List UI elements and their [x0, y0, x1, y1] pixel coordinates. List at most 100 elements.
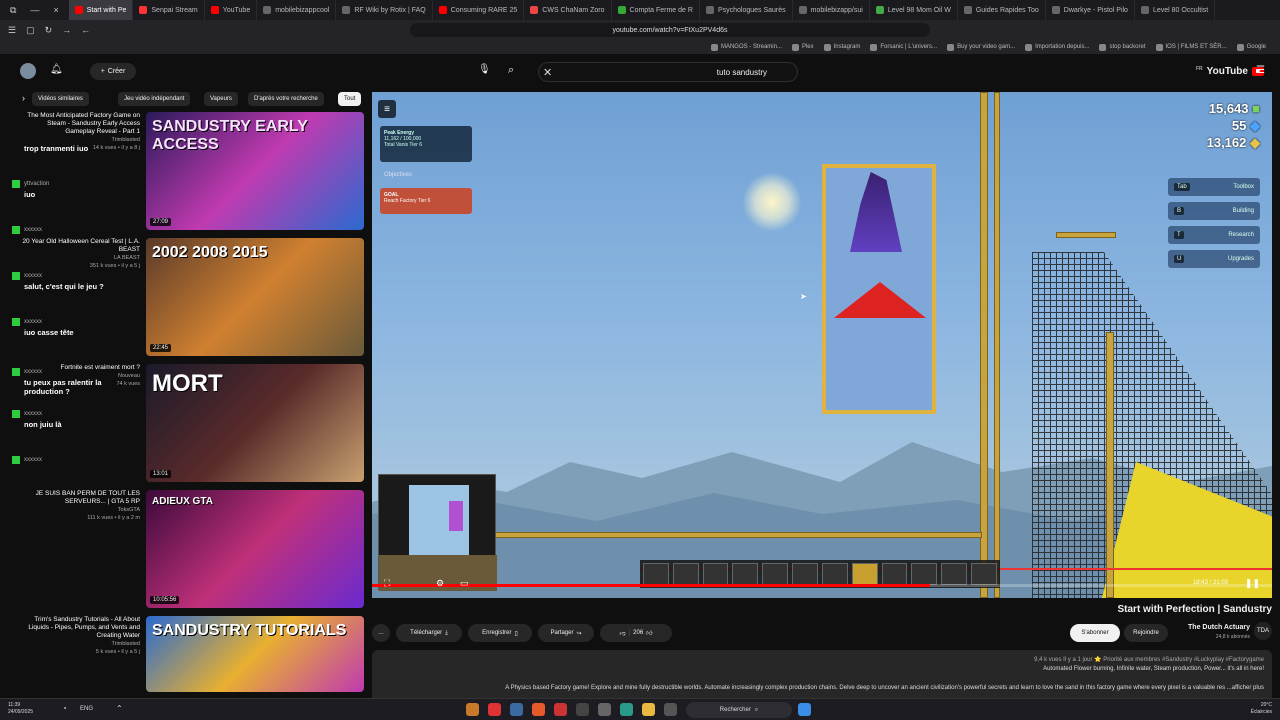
captions-icon[interactable]: ▭ — [460, 578, 469, 589]
search-icon[interactable]: ⌕ — [508, 64, 514, 77]
app-icon[interactable] — [466, 703, 479, 716]
microphone-icon[interactable]: 🎙︎ — [478, 64, 491, 75]
video-title[interactable]: The Most Anticipated Factory Game on Ste… — [20, 112, 140, 136]
video-title[interactable]: 20 Year Old Halloween Cereal Test | L.A.… — [20, 238, 140, 254]
video-thumbnail[interactable]: SANDUSTRY TUTORIALS — [146, 616, 364, 692]
bookmark[interactable]: stop backoret — [1099, 43, 1146, 51]
video-title[interactable]: Trim's Sandustry Tutorials - All About L… — [20, 616, 140, 640]
bell-icon[interactable]: 🔔︎ — [50, 64, 63, 75]
wifi-icon[interactable]: ◔ — [62, 704, 67, 713]
video-thumbnail[interactable]: MORT 13:01 — [146, 364, 364, 482]
menu-upgrades[interactable]: U Upgrades — [1168, 250, 1260, 268]
language-indicator[interactable]: ENG — [80, 706, 93, 712]
save-button[interactable]: Enregistrer ▯ — [468, 624, 532, 642]
close-window-icon[interactable]: × — [53, 5, 58, 16]
browser-tab[interactable]: Level 98 Mom Oil W — [870, 0, 958, 20]
browser-tab[interactable]: Compta Ferme de R — [612, 0, 700, 20]
avatar[interactable] — [20, 63, 36, 79]
channel-name[interactable]: Trimblasted — [20, 136, 140, 144]
channel-name[interactable]: The Dutch Actuary — [1188, 624, 1250, 631]
recommendation-item[interactable]: MORT 13:01 Fortnite est vraiment mort ? N… — [61, 364, 364, 484]
bookmark[interactable]: Google — [1236, 43, 1266, 51]
recommendation-item[interactable]: ADIEUX GTA 10:05:56 JE SUIS BAN PERM DE … — [36, 490, 364, 610]
join-button[interactable]: Rejoindre — [1124, 624, 1168, 642]
youtube-logo[interactable]: FR YouTube — [1196, 66, 1264, 77]
browser-tab[interactable]: Guides Rapides Too — [958, 0, 1046, 20]
windows-start-icon[interactable] — [798, 703, 811, 716]
browser-tab[interactable]: mobilebizappcool — [257, 0, 337, 20]
chip-indie[interactable]: Jeu vidéo indépendant — [118, 92, 191, 106]
channel-name[interactable]: Trimblasted — [20, 640, 140, 648]
video-player[interactable]: ➤ ≡ Peak Energy 11,162 / 100,000 Total V… — [372, 92, 1272, 598]
store-icon[interactable] — [598, 703, 611, 716]
minimize-icon[interactable]: — — [30, 5, 39, 16]
chip-similar[interactable]: Vidéos similaires — [32, 92, 89, 106]
clock[interactable]: 11:39 24/09/2025 — [8, 702, 33, 716]
browser-tab[interactable]: YouTube — [205, 0, 258, 20]
subscribe-button[interactable]: S'abonner — [1070, 624, 1120, 642]
recommendation-item[interactable]: 2002 2008 2015 22:45 20 Year Old Hallowe… — [22, 238, 364, 358]
chip-all[interactable]: Tout — [338, 92, 362, 106]
bookmark[interactable]: Plex — [791, 43, 814, 51]
app-icon[interactable] — [510, 703, 523, 716]
bookmark[interactable]: MANGOS - Streamin... — [710, 43, 782, 51]
bookmark[interactable]: Importation depuis... — [1025, 43, 1089, 51]
hamburger-menu-icon[interactable]: ☰ — [1256, 65, 1265, 76]
video-title[interactable]: JE SUIS BAN PERM DE TOUT LES SERVEURS...… — [20, 490, 140, 506]
pause-icon[interactable]: ❚❚ — [1245, 578, 1260, 589]
split-icon[interactable]: ▢ — [26, 25, 35, 36]
fullscreen-icon[interactable]: ⛶ — [384, 578, 390, 589]
search-input[interactable]: ✕ tuto sandustry — [538, 62, 798, 82]
browser-tab[interactable]: Psychologues Saurès — [700, 0, 793, 20]
reload-icon[interactable]: ↻ — [45, 25, 53, 36]
browser-tab[interactable]: RF Wiki by Rotix | FAQ — [336, 0, 433, 20]
recommendation-item[interactable]: SANDUSTRY TUTORIALS Trim's Sandustry Tut… — [28, 616, 364, 692]
more-actions-button[interactable]: … — [372, 624, 390, 642]
clear-search-icon[interactable]: ✕ — [543, 66, 552, 79]
recommendation-item[interactable]: SANDUSTRY EARLY ACCESS 27:09 The Most An… — [27, 112, 364, 232]
browser-tab[interactable]: Start with Pe — [68, 0, 134, 20]
dislike-icon[interactable]: 👎︎ — [620, 629, 626, 637]
like-button[interactable]: 👎︎ | 206 👍︎ — [600, 624, 672, 642]
menu-building[interactable]: B Building — [1168, 202, 1260, 220]
chip-search[interactable]: D'après votre recherche — [248, 92, 324, 106]
app-icon[interactable] — [488, 703, 501, 716]
menu-research[interactable]: T Research — [1168, 226, 1260, 244]
video-thumbnail[interactable]: SANDUSTRY EARLY ACCESS 27:09 — [146, 112, 364, 230]
browser-tab[interactable]: Consuming RARE 25 — [433, 0, 525, 20]
download-button[interactable]: Télécharger ⤓ — [396, 624, 462, 642]
edge-icon[interactable] — [620, 703, 633, 716]
browser-tab[interactable]: Senpai Stream — [133, 0, 205, 20]
settings-icon[interactable]: ⚙︎ — [436, 578, 444, 589]
game-menu-button[interactable]: ≡ — [378, 100, 396, 118]
url-field[interactable]: youtube.com/watch?v=FtXu2PV4d6s — [410, 23, 930, 37]
menu-toolbox[interactable]: Tab Toolbox — [1168, 178, 1260, 196]
create-button[interactable]: + Créer — [90, 63, 136, 80]
video-thumbnail[interactable]: ADIEUX GTA 10:05:56 — [146, 490, 364, 608]
bookmark[interactable]: Instagram — [823, 43, 860, 51]
chevron-up-icon[interactable]: ⌃ — [116, 704, 123, 713]
forward-icon[interactable]: → — [62, 25, 71, 36]
folder-icon[interactable] — [642, 703, 655, 716]
back-icon[interactable]: ← — [81, 25, 90, 36]
video-thumbnail[interactable]: 2002 2008 2015 22:45 — [146, 238, 364, 356]
brave-icon[interactable] — [532, 703, 545, 716]
channel-info[interactable]: TDA The Dutch Actuary 24,8 k abonnés — [1172, 620, 1272, 644]
taskbar-search[interactable]: Rechercher ⌕ — [686, 702, 792, 718]
channel-name[interactable]: ToksGTA — [20, 506, 140, 514]
share-button[interactable]: Partager ↪ — [538, 624, 594, 642]
bookmark[interactable]: Forsanic | L'univers... — [870, 43, 937, 51]
bookmark[interactable]: IOS | FILMS ET SÉR... — [1155, 43, 1227, 51]
menu-icon[interactable]: ☰ — [8, 25, 16, 36]
chevron-left-icon[interactable]: › — [22, 93, 25, 103]
bookmark[interactable]: Buy your video gam... — [947, 43, 1015, 51]
browser-tab[interactable]: Level 80 Occultist — [1135, 0, 1216, 20]
browser-tab[interactable]: CWS ChaNam Zoro — [524, 0, 612, 20]
chip-vapeurs[interactable]: Vapeurs — [204, 92, 238, 106]
app-icon[interactable] — [664, 703, 677, 716]
browser-tab[interactable]: Dwarkye - Pistol Pilo — [1046, 0, 1135, 20]
browser-tab[interactable]: mobilebizapp/sui — [793, 0, 870, 20]
weather-widget[interactable]: 20°C Éclaircies — [1251, 702, 1272, 716]
video-title[interactable]: Fortnite est vraiment mort ? — [20, 364, 140, 372]
channel-avatar[interactable]: TDA — [1254, 622, 1272, 640]
